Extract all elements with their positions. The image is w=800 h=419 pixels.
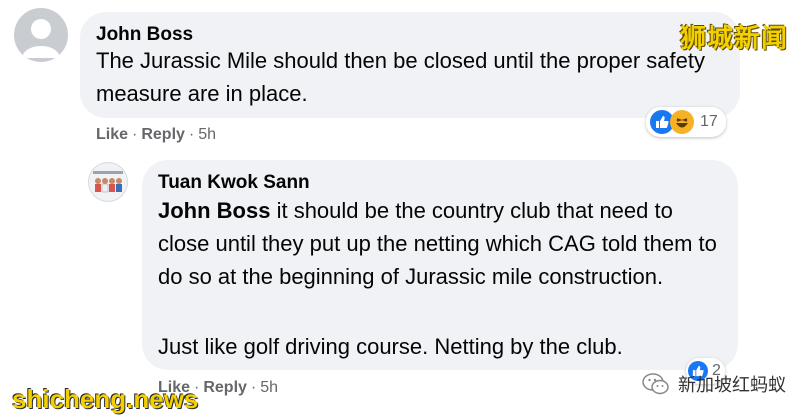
wechat-icon (642, 373, 669, 395)
like-link[interactable]: Like (96, 126, 128, 143)
separator: · (188, 126, 195, 143)
group-photo-icon (93, 171, 123, 193)
comment-text: The Jurassic Mile should then be closed … (96, 48, 705, 106)
wechat-account-name: 新加坡红蚂蚁 (678, 375, 786, 395)
comment-author[interactable]: John Boss (96, 24, 193, 46)
timestamp[interactable]: 5h (198, 126, 216, 143)
avatar-tuan-kwok-sann[interactable] (88, 162, 128, 202)
default-avatar-icon (22, 19, 60, 58)
watermark-bottom: shicheng.news (12, 384, 199, 414)
comment-actions: Like · Reply · 5h (96, 126, 216, 144)
reply-text: John Boss it should be the country club … (158, 194, 718, 293)
avatar-john-boss[interactable] (14, 8, 68, 62)
reaction-count: 17 (700, 113, 718, 130)
reply-link[interactable]: Reply (203, 379, 247, 396)
separator: · (250, 379, 257, 396)
reply-author[interactable]: Tuan Kwok Sann (158, 172, 310, 194)
watermark-top: 狮城新闻 (679, 23, 788, 53)
reactions-summary[interactable]: 17 (646, 107, 726, 137)
haha-icon (670, 110, 694, 134)
reply-link[interactable]: Reply (141, 126, 185, 143)
timestamp[interactable]: 5h (260, 379, 278, 396)
wechat-watermark: 新加坡红蚂蚁 (642, 371, 786, 397)
reply-text-second-paragraph: Just like golf driving course. Netting b… (158, 334, 623, 359)
separator: · (132, 126, 138, 143)
mention-link[interactable]: John Boss (158, 198, 270, 223)
